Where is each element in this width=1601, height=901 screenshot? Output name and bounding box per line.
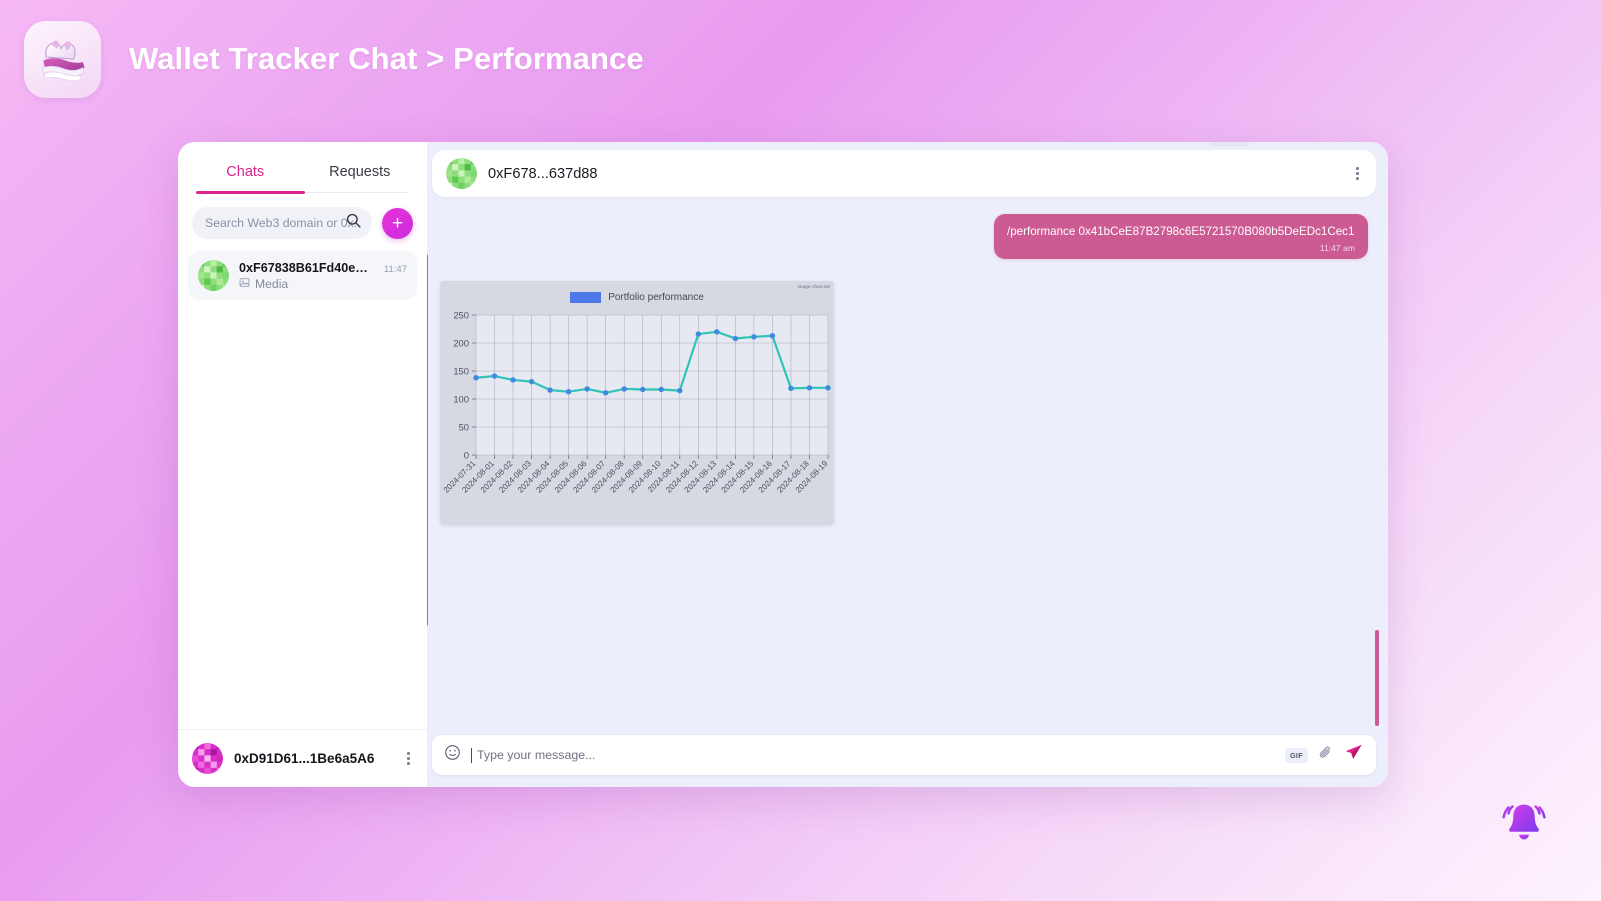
svg-text:250: 250	[453, 309, 469, 320]
list-item-name: 0xF67838B61Fd40eb7...	[239, 260, 370, 275]
chat-scrollbar-top[interactable]	[1210, 142, 1250, 146]
ringing-bell-icon	[1502, 804, 1546, 840]
image-icon	[239, 277, 250, 291]
list-item-preview: Media	[239, 277, 407, 291]
sidebar-footer: 0xD91D61...1Be6a5A6	[178, 729, 427, 787]
chat-list: 0xF67838B61Fd40eb7... 11:47 Media	[178, 249, 427, 729]
chart-plot-area: 0 50 100 150 200 250 2024-07-31 2024-08-01 2024-…	[440, 308, 834, 525]
message-list: /performance 0x41bCeE87B2798c6E5721570B0…	[432, 197, 1376, 729]
send-icon[interactable]	[1344, 743, 1363, 767]
vertical-dots-icon[interactable]	[404, 749, 413, 768]
svg-text:150: 150	[453, 365, 469, 376]
message-text: /performance 0x41bCeE87B2798c6E5721570B0…	[1007, 225, 1355, 238]
avatar	[198, 260, 229, 291]
svg-text:200: 200	[453, 337, 469, 348]
search-box[interactable]	[192, 207, 372, 239]
add-chat-button[interactable]: +	[382, 207, 413, 239]
avatar[interactable]	[192, 743, 223, 774]
list-item-preview-text: Media	[255, 276, 289, 291]
vertical-dots-icon[interactable]	[1353, 164, 1362, 183]
legend-swatch	[570, 291, 602, 303]
svg-text:50: 50	[459, 421, 469, 432]
app-window: Chats Requests +	[178, 142, 1388, 787]
chat-scrollbar[interactable]	[1375, 630, 1379, 726]
chat-title: 0xF678...637d88	[488, 165, 598, 182]
message-composer: GIF	[432, 735, 1376, 775]
tab-chats[interactable]: Chats	[188, 164, 303, 193]
paperclip-icon[interactable]	[1318, 745, 1334, 766]
chart-legend: Portfolio performance	[440, 291, 834, 303]
avatar	[446, 158, 477, 189]
portfolio-performance-chart: image-chart.ws Portfolio performance 0 50…	[440, 280, 834, 525]
page-title: Wallet Tracker Chat > Performance	[129, 41, 644, 76]
list-item-time: 11:47	[383, 263, 407, 275]
chat-panel: 0xF678...637d88 /performance 0x41bCeE87B…	[428, 142, 1388, 787]
app-header: Wallet Tracker Chat > Performance	[0, 0, 1601, 118]
search-row: +	[178, 193, 427, 249]
list-item-body: 0xF67838B61Fd40eb7... 11:47 Media	[239, 261, 407, 291]
chat-header: 0xF678...637d88	[432, 150, 1376, 197]
gif-button[interactable]: GIF	[1284, 747, 1308, 763]
list-item[interactable]: 0xF67838B61Fd40eb7... 11:47 Media	[188, 251, 417, 300]
search-input[interactable]	[205, 216, 357, 230]
svg-text:100: 100	[453, 393, 469, 404]
account-address: 0xD91D61...1Be6a5A6	[234, 751, 375, 766]
app-logo	[24, 20, 101, 98]
tabs-underline	[196, 191, 409, 194]
notification-bell[interactable]	[1493, 792, 1555, 854]
search-icon	[345, 212, 362, 234]
svg-text:0: 0	[464, 449, 469, 460]
wallet-app-logo-icon	[41, 40, 85, 81]
tab-requests[interactable]: Requests	[303, 164, 418, 193]
legend-label: Portfolio performance	[608, 291, 704, 303]
list-item-top: 0xF67838B61Fd40eb7... 11:47	[239, 261, 407, 275]
sidebar-tabs: Chats Requests	[178, 142, 427, 194]
message-bubble-outgoing: /performance 0x41bCeE87B2798c6E5721570B0…	[994, 214, 1368, 259]
message-input[interactable]	[471, 747, 1275, 763]
sidebar: Chats Requests +	[178, 142, 431, 787]
smiley-icon[interactable]	[444, 744, 461, 766]
chart-watermark: image-chart.ws	[797, 283, 830, 289]
message-time: 11:47 am	[1319, 242, 1355, 253]
